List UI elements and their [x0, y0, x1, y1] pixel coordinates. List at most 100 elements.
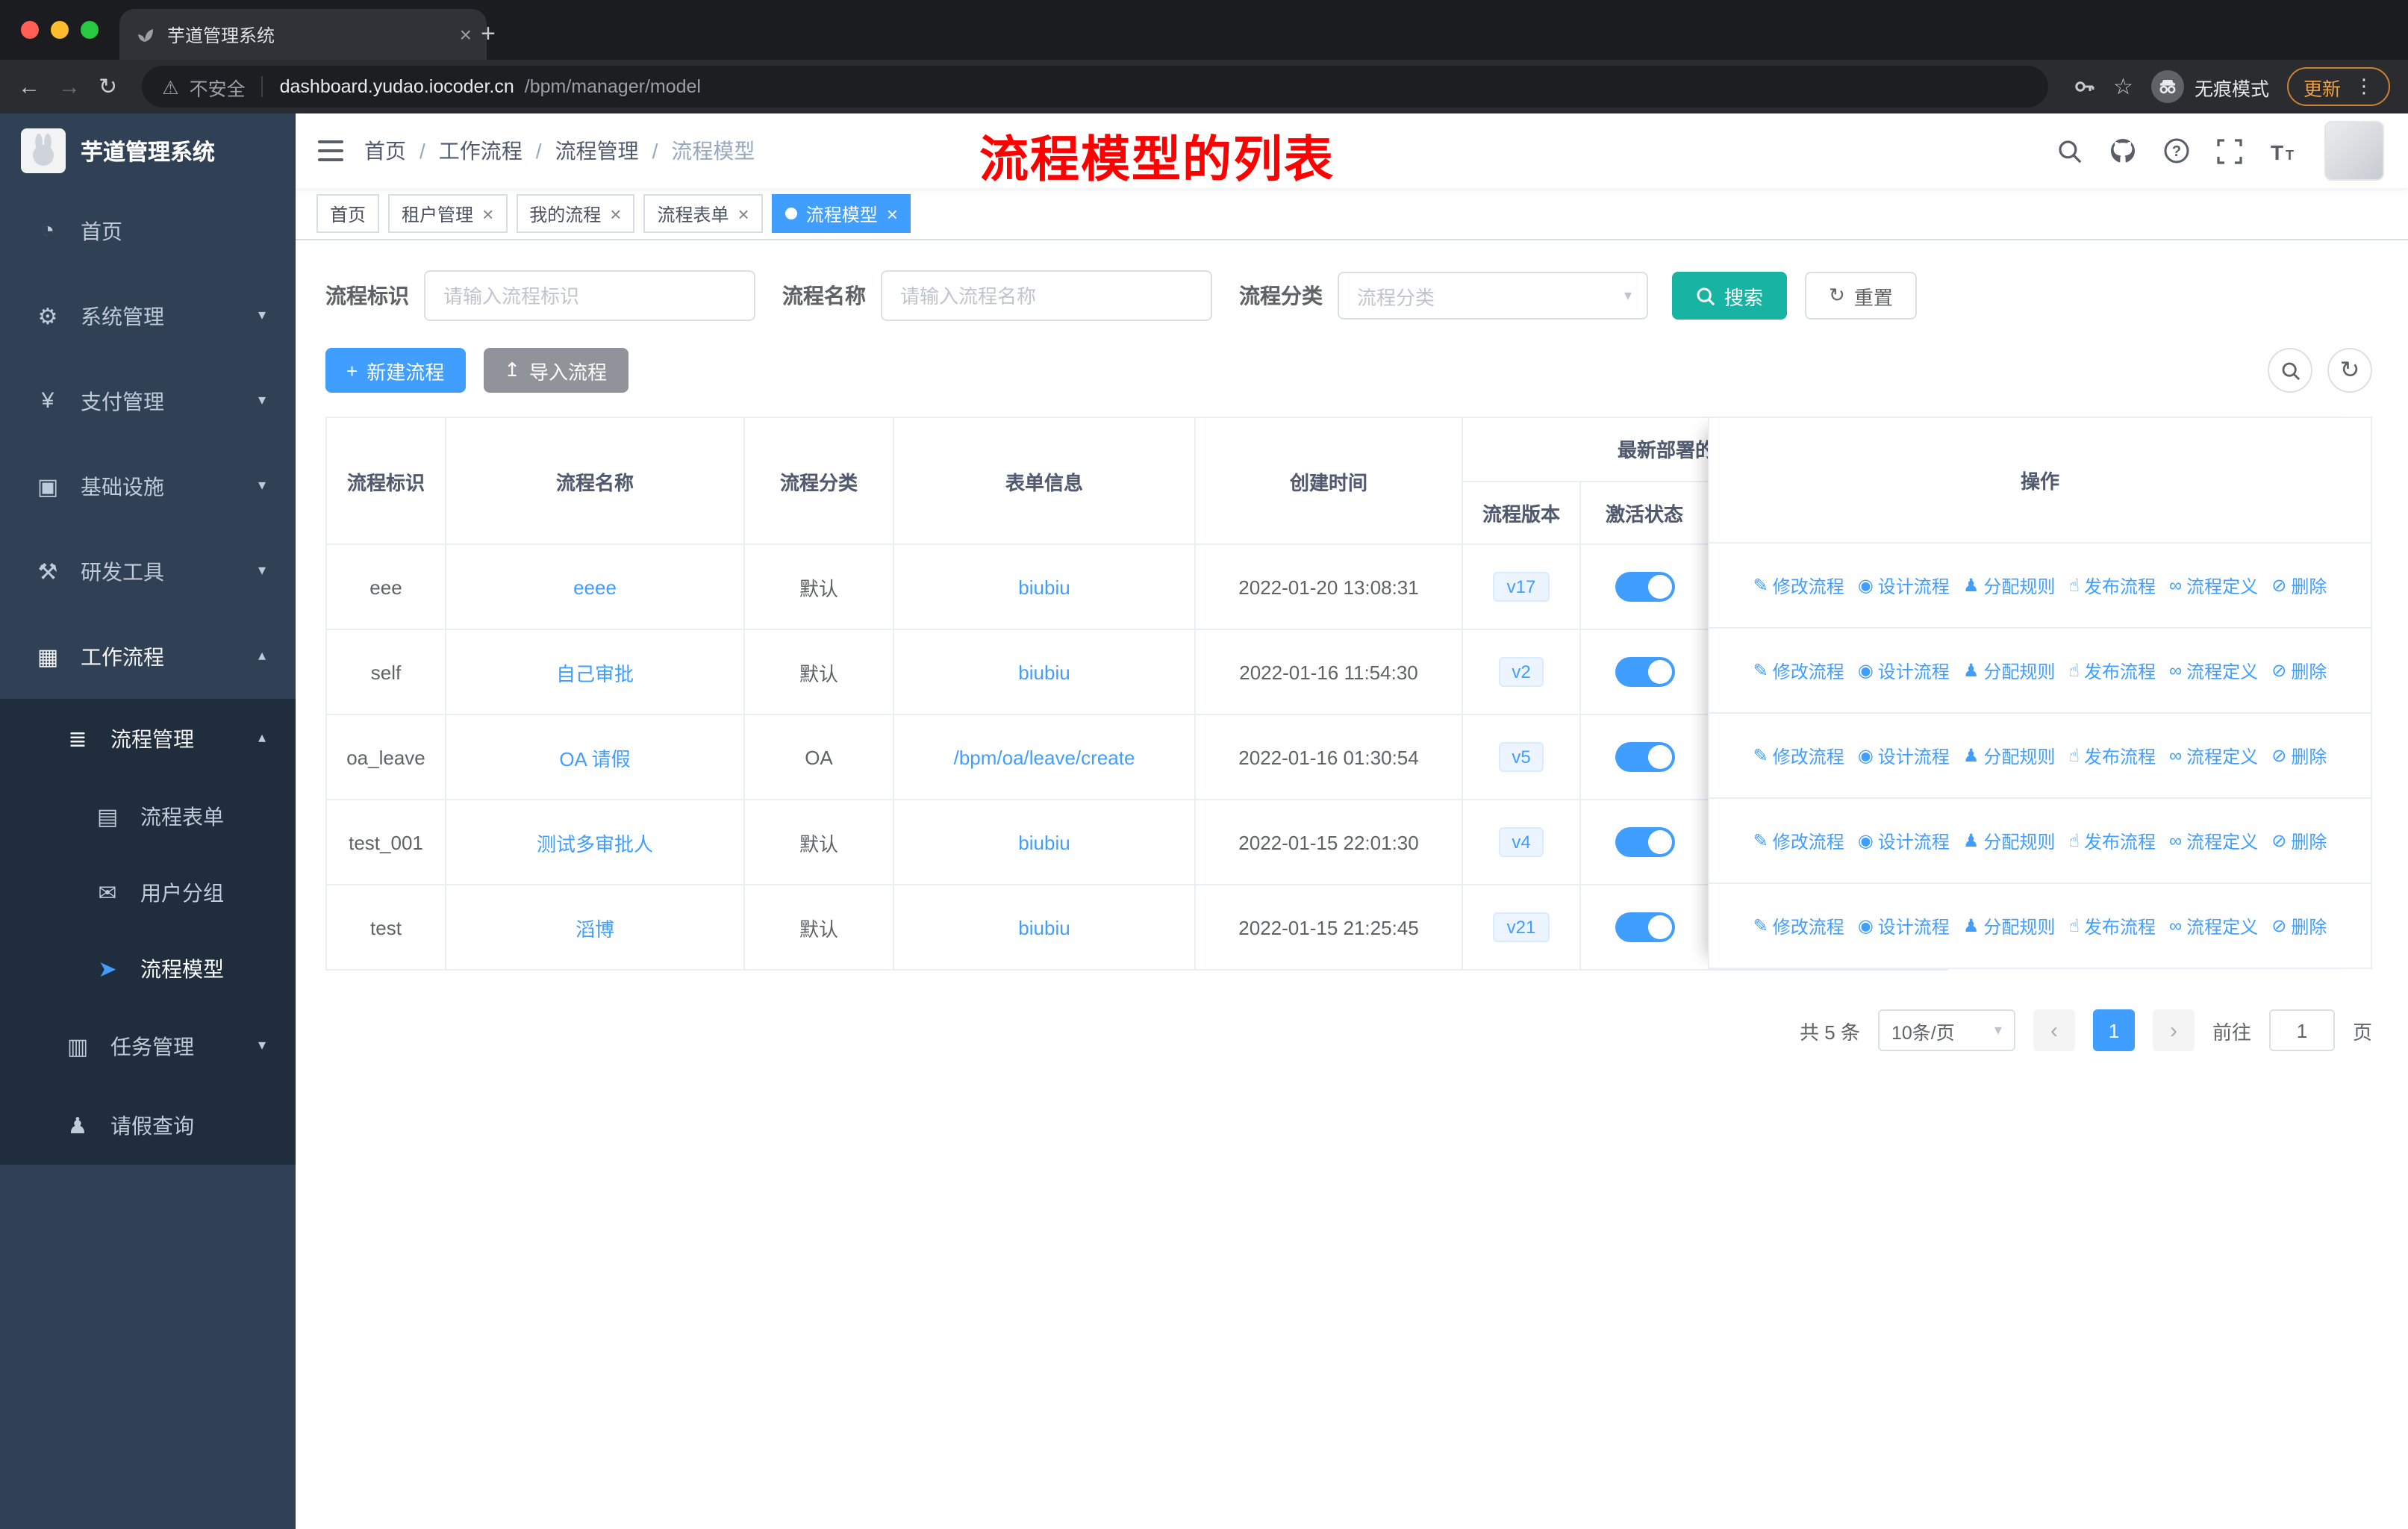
category-select[interactable]: 流程分类 ▾: [1338, 272, 1648, 320]
assign-rule-link[interactable]: ♟ 分配规则: [1963, 658, 2056, 683]
sidebar-item-leave-query[interactable]: ♟ 请假查询: [0, 1086, 296, 1165]
delete-link[interactable]: ⊘ 删除: [2271, 743, 2327, 768]
password-key-icon[interactable]: [2071, 75, 2095, 99]
status-toggle[interactable]: [1615, 572, 1674, 602]
sidebar-logo[interactable]: 芋道管理系统: [0, 113, 296, 188]
modify-process-link[interactable]: ✎ 修改流程: [1753, 743, 1844, 768]
github-icon[interactable]: [2109, 137, 2136, 164]
new-tab-button[interactable]: +: [481, 19, 496, 49]
modify-process-link[interactable]: ✎ 修改流程: [1753, 828, 1844, 853]
sidebar-item-workflow[interactable]: ▦ 工作流程 ▴: [0, 614, 296, 699]
process-name-link[interactable]: OA 请假: [559, 747, 630, 770]
window-close-button[interactable]: [21, 21, 39, 39]
hamburger-icon[interactable]: [296, 140, 364, 161]
tag-tenant[interactable]: 租户管理 ×: [388, 194, 508, 233]
forward-icon[interactable]: →: [58, 75, 81, 98]
breadcrumb-item[interactable]: 流程管理: [555, 136, 639, 166]
table-refresh-button[interactable]: ↻: [2327, 348, 2372, 393]
window-minimize-button[interactable]: [51, 21, 69, 39]
breadcrumb-item[interactable]: 首页: [364, 136, 406, 166]
search-icon[interactable]: [2057, 138, 2083, 164]
process-name-link[interactable]: 测试多审批人: [537, 832, 653, 855]
publish-process-link[interactable]: ☝ 发布流程: [2068, 828, 2156, 853]
process-name-link[interactable]: 滔博: [576, 918, 614, 940]
status-toggle[interactable]: [1615, 657, 1674, 687]
delete-link[interactable]: ⊘ 删除: [2271, 913, 2327, 938]
sidebar-item-process-form[interactable]: ▤ 流程表单: [0, 778, 296, 854]
window-zoom-button[interactable]: [81, 21, 99, 39]
process-name-link[interactable]: eeee: [573, 576, 617, 598]
table-search-toggle-button[interactable]: [2268, 348, 2312, 393]
reset-button[interactable]: ↻ 重置: [1805, 272, 1917, 320]
browser-update-button[interactable]: 更新 ⋮: [2286, 67, 2390, 106]
sidebar-item-process-management[interactable]: ≣ 流程管理 ▴: [0, 699, 296, 778]
sidebar-item-payment[interactable]: ¥ 支付管理 ▾: [0, 358, 296, 443]
close-icon[interactable]: ×: [610, 204, 621, 223]
tab-close-icon[interactable]: ×: [460, 22, 472, 46]
help-icon[interactable]: ?: [2163, 137, 2190, 164]
tag-process-model[interactable]: 流程模型 ×: [771, 194, 911, 233]
reload-icon[interactable]: ↻: [99, 75, 117, 98]
version-badge[interactable]: v21: [1493, 912, 1550, 942]
search-button[interactable]: 搜索: [1672, 272, 1788, 320]
bookmark-star-icon[interactable]: ☆: [2113, 73, 2133, 100]
assign-rule-link[interactable]: ♟ 分配规则: [1963, 828, 2056, 853]
process-definition-link[interactable]: ∞ 流程定义: [2169, 573, 2258, 598]
page-size-select[interactable]: 10条/页 ▾: [1877, 1009, 2015, 1051]
back-icon[interactable]: ←: [18, 75, 40, 98]
import-process-button[interactable]: ↥ 导入流程: [483, 348, 628, 393]
browser-menu-icon[interactable]: ⋮: [2354, 75, 2374, 99]
design-process-link[interactable]: ◉ 设计流程: [1858, 828, 1950, 853]
delete-link[interactable]: ⊘ 删除: [2271, 573, 2327, 598]
modify-process-link[interactable]: ✎ 修改流程: [1753, 573, 1844, 598]
page-number-current[interactable]: 1: [2092, 1009, 2135, 1051]
version-badge[interactable]: v2: [1498, 657, 1544, 687]
sidebar-item-system[interactable]: ⚙ 系统管理 ▾: [0, 273, 296, 358]
publish-process-link[interactable]: ☝ 发布流程: [2068, 913, 2156, 938]
status-toggle[interactable]: [1615, 742, 1674, 772]
assign-rule-link[interactable]: ♟ 分配规则: [1963, 913, 2056, 938]
modify-process-link[interactable]: ✎ 修改流程: [1753, 913, 1844, 938]
goto-page-input[interactable]: [2268, 1009, 2335, 1051]
publish-process-link[interactable]: ☝ 发布流程: [2068, 743, 2156, 768]
publish-process-link[interactable]: ☝ 发布流程: [2068, 658, 2156, 683]
form-info-link[interactable]: /bpm/oa/leave/create: [954, 746, 1135, 768]
design-process-link[interactable]: ◉ 设计流程: [1858, 913, 1950, 938]
status-toggle[interactable]: [1615, 912, 1674, 942]
form-info-link[interactable]: biubiu: [1018, 831, 1070, 853]
assign-rule-link[interactable]: ♟ 分配规则: [1963, 573, 2056, 598]
design-process-link[interactable]: ◉ 设计流程: [1858, 743, 1950, 768]
breadcrumb-item[interactable]: 工作流程: [439, 136, 523, 166]
process-key-input[interactable]: [424, 270, 755, 321]
create-process-button[interactable]: + 新建流程: [325, 348, 466, 393]
sidebar-item-infrastructure[interactable]: ▣ 基础设施 ▾: [0, 443, 296, 529]
close-icon[interactable]: ×: [482, 204, 493, 223]
prev-page-button[interactable]: ‹: [2033, 1009, 2075, 1051]
sidebar-item-process-model[interactable]: ➤ 流程模型: [0, 930, 296, 1006]
form-info-link[interactable]: biubiu: [1018, 576, 1070, 598]
status-toggle[interactable]: [1615, 827, 1674, 857]
tag-home[interactable]: 首页: [316, 194, 380, 233]
browser-tab[interactable]: 芋道管理系统 ×: [119, 9, 487, 60]
form-info-link[interactable]: biubiu: [1018, 661, 1070, 683]
design-process-link[interactable]: ◉ 设计流程: [1858, 573, 1950, 598]
delete-link[interactable]: ⊘ 删除: [2271, 828, 2327, 853]
process-name-link[interactable]: 自己审批: [556, 662, 634, 685]
user-avatar[interactable]: [2324, 121, 2384, 181]
font-size-icon[interactable]: TT: [2269, 138, 2298, 164]
close-icon[interactable]: ×: [738, 204, 749, 223]
next-page-button[interactable]: ›: [2152, 1009, 2195, 1051]
sidebar-item-home[interactable]: ◔ 首页: [0, 188, 296, 273]
process-definition-link[interactable]: ∞ 流程定义: [2169, 743, 2258, 768]
publish-process-link[interactable]: ☝ 发布流程: [2068, 573, 2156, 598]
url-bar[interactable]: ⚠ 不安全 dashboard.yudao.iocoder.cn /bpm/ma…: [141, 66, 2048, 108]
process-name-input[interactable]: [881, 270, 1212, 321]
version-badge[interactable]: v4: [1498, 827, 1544, 857]
sidebar-item-task-management[interactable]: ▥ 任务管理 ▾: [0, 1006, 296, 1086]
modify-process-link[interactable]: ✎ 修改流程: [1753, 658, 1844, 683]
fullscreen-icon[interactable]: [2217, 138, 2242, 164]
process-definition-link[interactable]: ∞ 流程定义: [2169, 913, 2258, 938]
process-definition-link[interactable]: ∞ 流程定义: [2169, 658, 2258, 683]
sidebar-item-user-group[interactable]: ✉ 用户分组: [0, 854, 296, 930]
tag-my-process[interactable]: 我的流程 ×: [516, 194, 635, 233]
